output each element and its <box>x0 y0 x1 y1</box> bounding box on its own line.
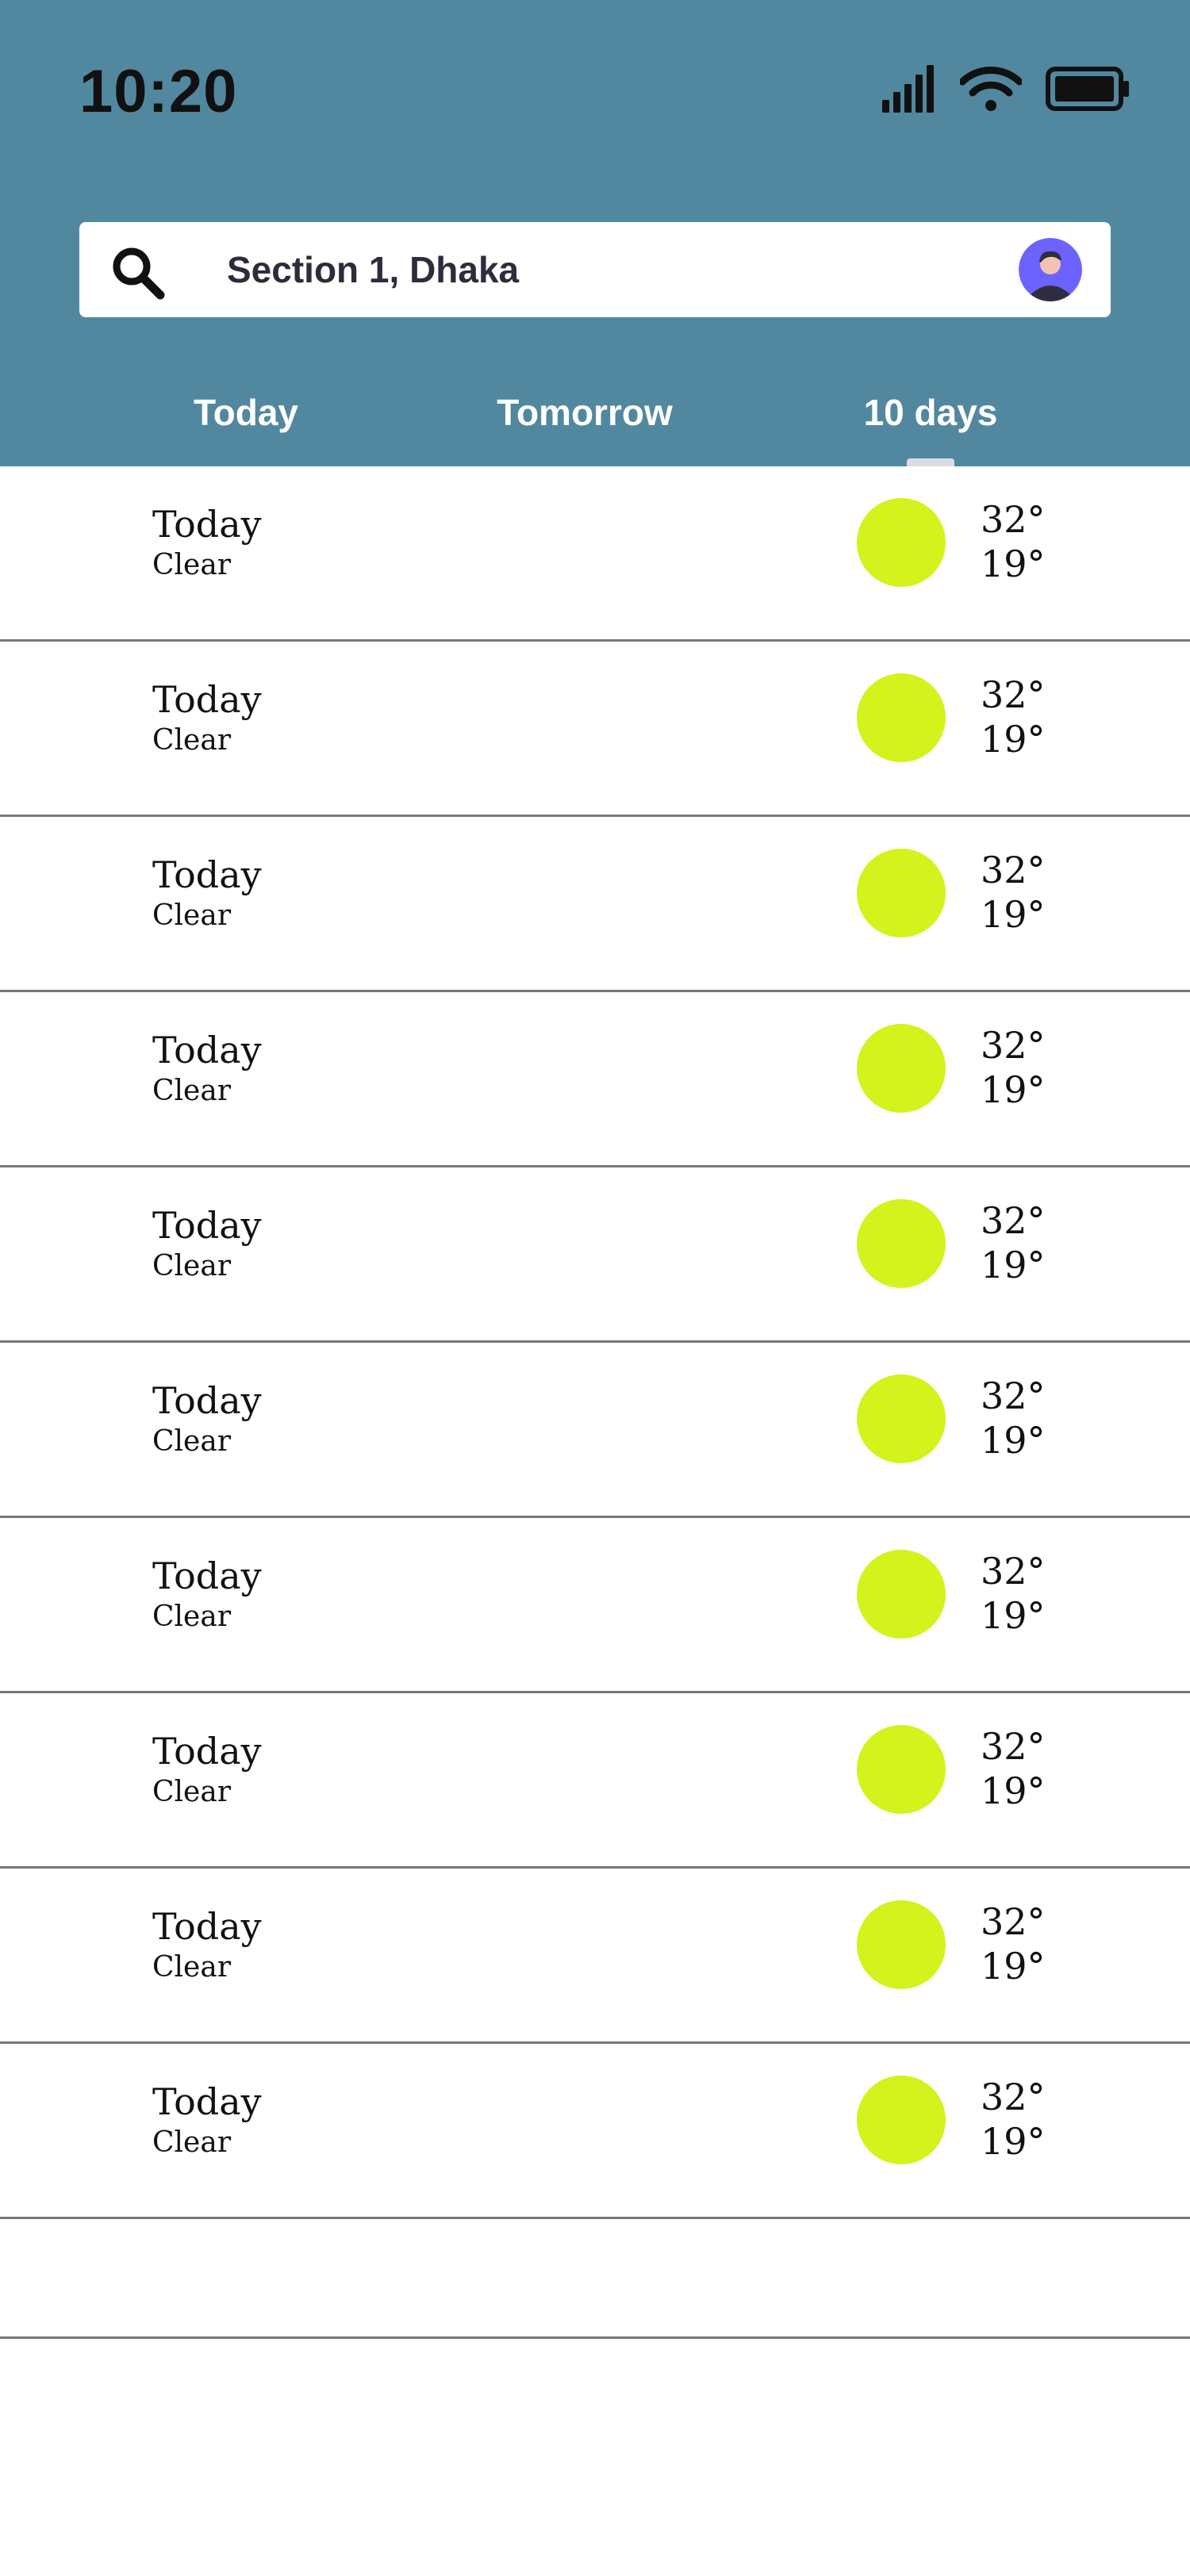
forecast-row[interactable]: Today Clear 32° 19° <box>0 1518 1190 1693</box>
active-tab-indicator <box>907 458 954 466</box>
forecast-condition: Clear <box>152 2126 232 2159</box>
temp-low: 19° <box>981 2120 1046 2163</box>
temp-high: 32° <box>981 673 1046 716</box>
temp-high: 32° <box>981 1024 1046 1067</box>
temp-high: 32° <box>981 1199 1046 1242</box>
temp-low: 19° <box>981 1594 1046 1637</box>
forecast-day: Today <box>152 678 262 721</box>
temp-low: 19° <box>981 1244 1046 1286</box>
forecast-row[interactable]: Today Clear 32° 19° <box>0 466 1190 642</box>
forecast-day: Today <box>152 853 262 896</box>
forecast-condition: Clear <box>152 724 232 757</box>
temp-low: 19° <box>981 1419 1046 1462</box>
forecast-condition: Clear <box>152 899 232 932</box>
temp-high: 32° <box>981 1725 1046 1768</box>
forecast-row[interactable]: Today Clear 32° 19° <box>0 1167 1190 1343</box>
forecast-day: Today <box>152 1204 262 1247</box>
forecast-row[interactable]: Today Clear 32° 19° <box>0 1693 1190 1869</box>
forecast-day: Today <box>152 503 262 546</box>
app-header: 10:20 Section 1, Dhaka Today Tomorrow 10… <box>0 0 1190 466</box>
status-time: 10:20 <box>79 58 238 125</box>
temp-high: 32° <box>981 1550 1046 1593</box>
temp-low: 19° <box>981 893 1046 936</box>
search-bar[interactable]: Section 1, Dhaka <box>79 222 1111 317</box>
search-icon[interactable] <box>109 244 167 301</box>
forecast-day: Today <box>152 2080 262 2123</box>
sun-icon <box>857 2076 946 2164</box>
temp-high: 32° <box>981 849 1046 891</box>
forecast-row[interactable]: Today Clear 32° 19° <box>0 642 1190 817</box>
sun-icon <box>857 1900 946 1989</box>
forecast-row[interactable]: Today Clear 32° 19° <box>0 2044 1190 2219</box>
forecast-condition: Clear <box>152 549 232 581</box>
sun-icon <box>857 498 946 587</box>
temp-high: 32° <box>981 498 1046 541</box>
sun-icon <box>857 849 946 937</box>
tab-tomorrow[interactable]: Tomorrow <box>474 381 696 444</box>
temp-low: 19° <box>981 1769 1046 1812</box>
forecast-condition: Clear <box>152 1600 232 1633</box>
tab-today[interactable]: Today <box>151 381 341 444</box>
sun-icon <box>857 1550 946 1639</box>
bottom-divider <box>0 2336 1190 2339</box>
temp-low: 19° <box>981 718 1046 761</box>
temp-high: 32° <box>981 1900 1046 1943</box>
forecast-row[interactable]: Today Clear 32° 19° <box>0 1343 1190 1518</box>
forecast-condition: Clear <box>152 1075 232 1107</box>
forecast-day: Today <box>152 1905 262 1948</box>
temp-low: 19° <box>981 542 1046 585</box>
forecast-condition: Clear <box>152 1250 232 1282</box>
forecast-row[interactable]: Today Clear 32° 19° <box>0 817 1190 992</box>
forecast-row[interactable]: Today Clear 32° 19° <box>0 992 1190 1167</box>
temp-high: 32° <box>981 2076 1046 2118</box>
battery-icon <box>1046 67 1129 111</box>
tab-10-days[interactable]: 10 days <box>835 381 1026 444</box>
temp-low: 19° <box>981 1945 1046 1988</box>
sun-icon <box>857 1374 946 1463</box>
forecast-list: Today Clear 32° 19° Today Clear 32° 19° Today Cle… <box>0 466 1190 2219</box>
sun-icon <box>857 1199 946 1288</box>
signal-icon <box>882 65 934 113</box>
forecast-day: Today <box>152 1730 262 1773</box>
forecast-condition: Clear <box>152 1776 232 1808</box>
sun-icon <box>857 673 946 762</box>
temp-high: 32° <box>981 1374 1046 1417</box>
avatar[interactable] <box>1019 238 1082 301</box>
forecast-day: Today <box>152 1379 262 1422</box>
forecast-condition: Clear <box>152 1425 232 1458</box>
forecast-condition: Clear <box>152 1951 232 1984</box>
search-input[interactable]: Section 1, Dhaka <box>227 222 519 317</box>
wifi-icon <box>960 67 1022 111</box>
status-icons <box>882 63 1130 114</box>
forecast-row[interactable]: Today Clear 32° 19° <box>0 1869 1190 2044</box>
sun-icon <box>857 1725 946 1814</box>
tab-bar: Today Tomorrow 10 days <box>0 381 1190 466</box>
forecast-day: Today <box>152 1554 262 1597</box>
sun-icon <box>857 1024 946 1113</box>
forecast-day: Today <box>152 1029 262 1071</box>
temp-low: 19° <box>981 1068 1046 1111</box>
avatar-image <box>1019 238 1082 301</box>
